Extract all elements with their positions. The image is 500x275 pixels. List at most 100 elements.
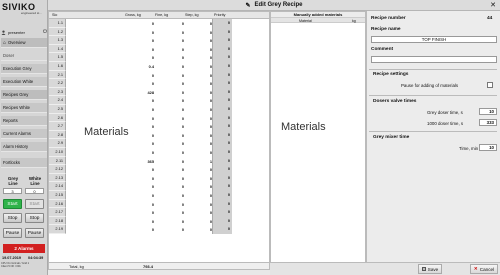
table-row[interactable]: 1.5 0 0 0 0 — [49, 53, 269, 62]
table-row[interactable]: 2.12 0 0 0 0 — [49, 165, 269, 174]
step-cell[interactable]: 0 — [184, 167, 212, 172]
table-row[interactable]: 2.18 0 0 0 0 — [49, 216, 269, 226]
fine-cell[interactable]: 0 — [154, 176, 184, 181]
step-cell[interactable]: 0 — [184, 21, 212, 26]
step-cell[interactable]: 0 — [184, 193, 212, 198]
priority-cell[interactable]: 0 — [212, 191, 232, 200]
grey-pause-button[interactable]: Pause — [3, 228, 22, 238]
step-cell[interactable]: 0 — [184, 30, 212, 35]
nav-overview[interactable]: ⌂ Overview — [1, 38, 47, 48]
table-row[interactable]: 2.15 0 0 0 0 — [49, 191, 269, 200]
table-row[interactable]: 1.1 0 0 0 0 — [49, 19, 269, 28]
table-row[interactable]: 2.1 0 0 0 0 — [49, 70, 269, 80]
grey-stop-button[interactable]: Stop — [3, 213, 22, 223]
nav-recipes-white[interactable]: Recipes White — [1, 103, 47, 113]
table-row[interactable]: 1.4 0 0 0 0 — [49, 44, 269, 54]
doser-1000-time-input[interactable]: 333 — [479, 119, 497, 126]
priority-cell[interactable]: 0 — [212, 165, 232, 174]
table-row[interactable]: 2.19 0 0 0 0 — [49, 225, 269, 234]
table-row[interactable]: 2.3 428 0 0 0 — [49, 87, 269, 97]
step-cell[interactable]: 1 — [184, 159, 212, 164]
nav-execution-white[interactable]: Execution White — [1, 77, 47, 87]
fine-cell[interactable]: 0 — [154, 210, 184, 215]
gross-cell[interactable]: 0 — [124, 150, 154, 155]
priority-cell[interactable]: 0 — [212, 79, 232, 88]
pause-materials-checkbox[interactable] — [487, 82, 493, 88]
priority-cell[interactable]: 0 — [212, 87, 232, 97]
gross-cell[interactable]: 0 — [124, 81, 154, 86]
table-row[interactable]: 2.4 0 0 0 0 — [49, 96, 269, 105]
priority-cell[interactable]: 0 — [212, 36, 232, 45]
gross-cell[interactable]: 0 — [124, 219, 154, 224]
gross-cell[interactable]: 428 — [124, 90, 155, 95]
fine-cell[interactable]: 0 — [154, 30, 184, 35]
nav-current-alarms[interactable]: Current Alarms — [1, 129, 47, 139]
fine-cell[interactable]: 0 — [154, 150, 184, 155]
gross-cell[interactable]: 365 — [124, 159, 155, 164]
step-cell[interactable]: 0 — [184, 55, 212, 60]
gross-cell[interactable]: 0 — [124, 73, 154, 78]
nav-execution-grey[interactable]: Execution Grey — [1, 64, 47, 74]
close-icon[interactable]: ✕ — [490, 1, 496, 9]
priority-cell[interactable]: 0 — [212, 208, 232, 217]
priority-cell[interactable]: 0 — [212, 70, 232, 80]
priority-cell[interactable]: 0 — [212, 27, 232, 37]
priority-cell[interactable]: 0 — [212, 173, 232, 183]
priority-cell[interactable]: 0 — [212, 139, 232, 148]
table-row[interactable]: 1.2 0 0 0 0 — [49, 27, 269, 37]
gross-cell[interactable]: 0 — [124, 21, 154, 26]
table-row[interactable]: 2.17 0 0 0 0 — [49, 208, 269, 217]
gross-cell[interactable]: 0 — [124, 167, 154, 172]
step-cell[interactable]: 0 — [184, 219, 212, 224]
priority-cell[interactable]: 0 — [212, 122, 232, 131]
step-cell[interactable]: 0 — [184, 116, 212, 121]
comment-input[interactable] — [371, 56, 497, 63]
gross-cell[interactable]: 0 — [124, 193, 154, 198]
fine-cell[interactable]: 0 — [154, 124, 184, 129]
fine-cell[interactable]: 0 — [154, 73, 184, 78]
white-stop-button[interactable]: Stop — [25, 213, 44, 223]
table-row[interactable]: 2.8 0 0 0 0 — [49, 130, 269, 140]
fine-cell[interactable]: 0 — [154, 159, 184, 164]
gross-cell[interactable]: 0 — [124, 38, 154, 43]
priority-cell[interactable]: 0 — [212, 44, 232, 54]
priority-cell[interactable]: 0 — [212, 156, 232, 166]
cancel-button[interactable]: ✕ Cancel — [470, 264, 498, 274]
priority-cell[interactable]: 0 — [212, 182, 232, 191]
gross-cell[interactable]: 0 — [124, 210, 154, 215]
user-row[interactable]: presenter ⏻ — [1, 29, 47, 35]
gross-cell[interactable]: 0 — [124, 98, 154, 103]
step-cell[interactable]: 0 — [184, 184, 212, 189]
fine-cell[interactable]: 0 — [154, 219, 184, 224]
table-row[interactable]: 2.10 0 0 0 0 — [49, 148, 269, 157]
step-cell[interactable]: 0 — [184, 73, 212, 78]
table-row[interactable]: 1.6 0.4 0 0 0 — [49, 62, 269, 71]
gross-cell[interactable]: 0 — [124, 141, 154, 146]
table-row[interactable]: 2.6 0 0 0 0 — [49, 113, 269, 123]
fine-cell[interactable]: 0 — [154, 90, 184, 95]
priority-cell[interactable]: 0 — [212, 216, 232, 226]
gross-cell[interactable]: 0 — [124, 47, 154, 52]
gross-cell[interactable]: 0 — [124, 202, 154, 207]
step-cell[interactable]: 0 — [184, 90, 212, 95]
grey-start-button[interactable]: Start — [3, 199, 22, 209]
fine-cell[interactable]: 0 — [154, 202, 184, 207]
step-cell[interactable]: 0 — [184, 210, 212, 215]
step-cell[interactable]: 0 — [184, 107, 212, 112]
gross-cell[interactable]: 0 — [124, 107, 154, 112]
fine-cell[interactable]: 0 — [154, 193, 184, 198]
gross-cell[interactable]: 0 — [124, 176, 154, 181]
nav-recipes-grey[interactable]: Recipes Grey — [1, 90, 47, 100]
fine-cell[interactable]: 0 — [154, 81, 184, 86]
step-cell[interactable]: 0 — [184, 150, 212, 155]
nav-doser[interactable]: Doser — [1, 51, 47, 61]
mixer-time-input[interactable]: 10 — [479, 144, 497, 151]
nav-fortlocks[interactable]: Fortlocks — [1, 158, 47, 168]
table-row[interactable]: 2.9 0 0 0 0 — [49, 139, 269, 148]
table-row[interactable]: 2.7 0 0 0 0 — [49, 122, 269, 131]
fine-cell[interactable]: 0 — [154, 64, 184, 69]
priority-cell[interactable]: 0 — [212, 148, 232, 157]
step-cell[interactable]: 0 — [184, 38, 212, 43]
logout-icon[interactable]: ⏻ — [43, 29, 47, 35]
priority-cell[interactable]: 0 — [212, 96, 232, 105]
